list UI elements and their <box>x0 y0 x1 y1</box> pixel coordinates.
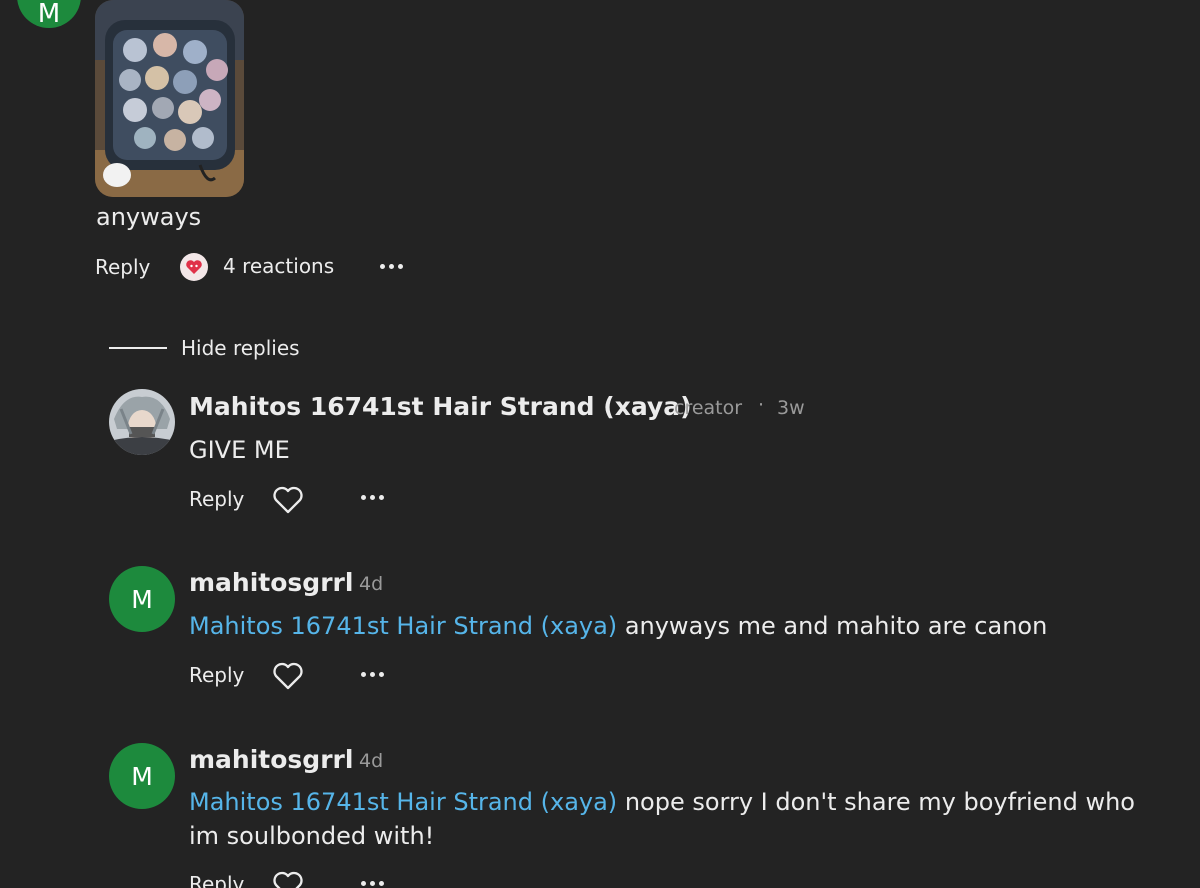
timestamp: 3w <box>777 397 805 419</box>
timestamp: 4d <box>359 573 384 595</box>
ita-bag-photo <box>95 0 244 197</box>
avatar[interactable]: M <box>109 743 175 809</box>
reply-text: Mahitos 16741st Hair Strand (xaya) nope … <box>189 788 1135 816</box>
avatar[interactable]: M <box>109 566 175 632</box>
reply-text-line2: im soulbonded with! <box>189 822 435 850</box>
like-heart-icon[interactable] <box>272 661 304 691</box>
heart-eyes-emoji-icon[interactable] <box>180 253 208 281</box>
more-options-icon[interactable] <box>380 264 403 269</box>
like-heart-icon[interactable] <box>272 485 304 515</box>
comment-text: anyways <box>96 203 202 231</box>
username[interactable]: mahitosgrrl <box>189 568 353 597</box>
username[interactable]: Mahitos 16741st Hair Strand (xaya) <box>189 392 692 421</box>
reply-text: Mahitos 16741st Hair Strand (xaya) anywa… <box>189 612 1047 640</box>
creator-badge: creator <box>674 397 743 419</box>
reply-body: anyways me and mahito are canon <box>624 612 1048 640</box>
comments-page: M anyways Reply 4 reactions Hide replies… <box>0 0 1200 888</box>
user-mention[interactable]: Mahitos 16741st Hair Strand (xaya) <box>189 612 617 640</box>
reply-button[interactable]: Reply <box>189 487 244 511</box>
more-options-icon[interactable] <box>361 495 384 500</box>
avatar[interactable]: M <box>17 0 81 29</box>
timestamp: 4d <box>359 750 384 772</box>
reply-button[interactable]: Reply <box>95 255 150 279</box>
username[interactable]: mahitosgrrl <box>189 745 353 774</box>
reactions-count[interactable]: 4 reactions <box>223 254 334 278</box>
like-heart-icon[interactable] <box>272 870 304 888</box>
attached-image[interactable] <box>95 0 244 197</box>
hide-replies-button[interactable]: Hide replies <box>181 336 300 360</box>
reply-button[interactable]: Reply <box>189 872 244 888</box>
more-options-icon[interactable] <box>361 672 384 677</box>
avatar[interactable] <box>109 389 175 455</box>
meta-separator: · <box>758 394 765 416</box>
reply-text: GIVE ME <box>189 436 290 464</box>
user-mention[interactable]: Mahitos 16741st Hair Strand (xaya) <box>189 788 617 816</box>
user-avatar-image <box>109 389 175 455</box>
reply-body: nope sorry I don't share my boyfriend wh… <box>624 788 1135 816</box>
reply-button[interactable]: Reply <box>189 663 244 687</box>
more-options-icon[interactable] <box>361 881 384 886</box>
divider <box>109 347 167 349</box>
